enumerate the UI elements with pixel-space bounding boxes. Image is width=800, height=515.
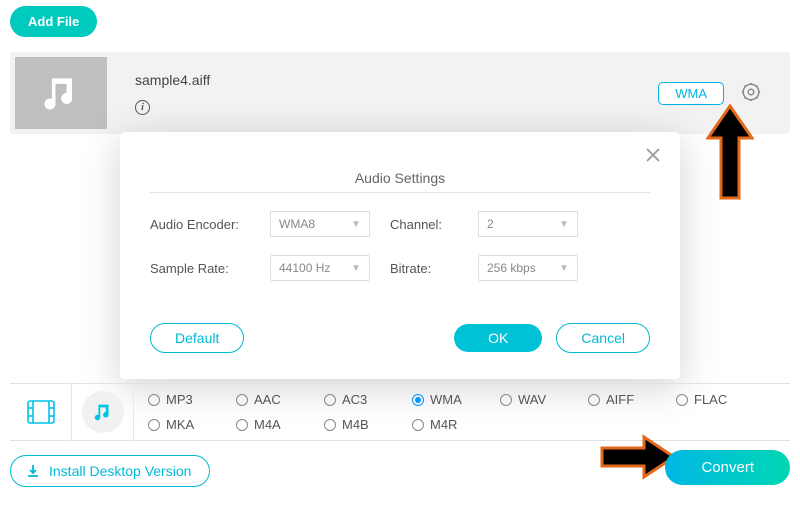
settings-button[interactable] xyxy=(740,81,762,106)
format-label: MP3 xyxy=(166,392,193,407)
format-option-wma[interactable]: WMA xyxy=(412,392,500,407)
encoder-select[interactable]: WMA8 ▼ xyxy=(270,211,370,237)
channel-select[interactable]: 2▼ xyxy=(478,211,578,237)
film-icon xyxy=(27,400,55,424)
format-option-mka[interactable]: MKA xyxy=(148,417,236,432)
radio-icon xyxy=(412,419,424,431)
radio-icon xyxy=(148,419,160,431)
add-file-button[interactable]: Add File xyxy=(10,6,97,37)
format-label: AC3 xyxy=(342,392,367,407)
format-option-m4a[interactable]: M4A xyxy=(236,417,324,432)
format-option-aac[interactable]: AAC xyxy=(236,392,324,407)
chevron-down-icon: ▼ xyxy=(559,219,569,230)
close-icon xyxy=(644,146,662,164)
format-option-m4b[interactable]: M4B xyxy=(324,417,412,432)
radio-icon xyxy=(412,394,424,406)
convert-button[interactable]: Convert xyxy=(665,450,790,485)
file-thumbnail xyxy=(15,57,107,129)
format-option-mp3[interactable]: MP3 xyxy=(148,392,236,407)
format-bar: MP3 AAC AC3 WMA WAV AIFF FLAC MKA M4A M4B M4R xyxy=(10,383,790,441)
format-label: WMA xyxy=(430,392,462,407)
audio-settings-modal: Audio Settings Audio Encoder: WMA8 ▼ Chan… xyxy=(120,132,680,379)
download-icon xyxy=(25,463,41,479)
divider xyxy=(150,192,650,193)
format-option-aiff[interactable]: AIFF xyxy=(588,392,676,407)
bitrate-value: 256 kbps xyxy=(487,261,536,275)
cancel-button[interactable]: Cancel xyxy=(556,323,650,353)
encoder-label: Audio Encoder: xyxy=(150,217,260,232)
format-option-wav[interactable]: WAV xyxy=(500,392,588,407)
format-label: M4B xyxy=(342,417,369,432)
install-desktop-label: Install Desktop Version xyxy=(49,463,191,479)
modal-close-button[interactable] xyxy=(644,146,662,170)
chevron-down-icon: ▼ xyxy=(351,263,361,274)
file-meta: sample4.aiff i xyxy=(135,72,210,115)
bitrate-label: Bitrate: xyxy=(390,261,468,276)
radio-icon xyxy=(324,394,336,406)
annotation-arrow-settings xyxy=(706,104,754,202)
file-row: sample4.aiff i WMA xyxy=(10,52,790,134)
channel-label: Channel: xyxy=(390,217,468,232)
gear-icon xyxy=(740,81,762,103)
radio-icon xyxy=(148,394,160,406)
format-option-ac3[interactable]: AC3 xyxy=(324,392,412,407)
format-label: MKA xyxy=(166,417,194,432)
format-option-m4r[interactable]: M4R xyxy=(412,417,500,432)
music-note-icon xyxy=(39,71,83,115)
radio-icon xyxy=(236,394,248,406)
format-label: AAC xyxy=(254,392,281,407)
bitrate-select[interactable]: 256 kbps ▼ xyxy=(478,255,578,281)
audio-tab[interactable] xyxy=(72,383,134,441)
channel-value: 2 xyxy=(487,217,494,231)
file-name-label: sample4.aiff xyxy=(135,72,210,88)
format-label: AIFF xyxy=(606,392,634,407)
music-note-icon xyxy=(92,401,114,423)
ok-button[interactable]: OK xyxy=(454,324,542,352)
info-icon[interactable]: i xyxy=(135,100,150,115)
format-option-flac[interactable]: FLAC xyxy=(676,392,764,407)
format-label: FLAC xyxy=(694,392,727,407)
radio-icon xyxy=(324,419,336,431)
chevron-down-icon: ▼ xyxy=(351,219,361,230)
radio-icon xyxy=(676,394,688,406)
radio-icon xyxy=(236,419,248,431)
format-label: WAV xyxy=(518,392,546,407)
samplerate-label: Sample Rate: xyxy=(150,261,260,276)
radio-icon xyxy=(500,394,512,406)
radio-icon xyxy=(588,394,600,406)
samplerate-value: 44100 Hz xyxy=(279,261,330,275)
annotation-arrow-convert xyxy=(598,434,676,480)
encoder-value: WMA8 xyxy=(279,217,315,231)
target-format-badge[interactable]: WMA xyxy=(658,82,724,105)
chevron-down-icon: ▼ xyxy=(559,263,569,274)
modal-title: Audio Settings xyxy=(150,150,650,192)
samplerate-select[interactable]: 44100 Hz ▼ xyxy=(270,255,370,281)
format-label: M4R xyxy=(430,417,457,432)
default-button[interactable]: Default xyxy=(150,323,244,353)
install-desktop-button[interactable]: Install Desktop Version xyxy=(10,455,210,487)
video-tab[interactable] xyxy=(10,383,72,441)
format-label: M4A xyxy=(254,417,281,432)
